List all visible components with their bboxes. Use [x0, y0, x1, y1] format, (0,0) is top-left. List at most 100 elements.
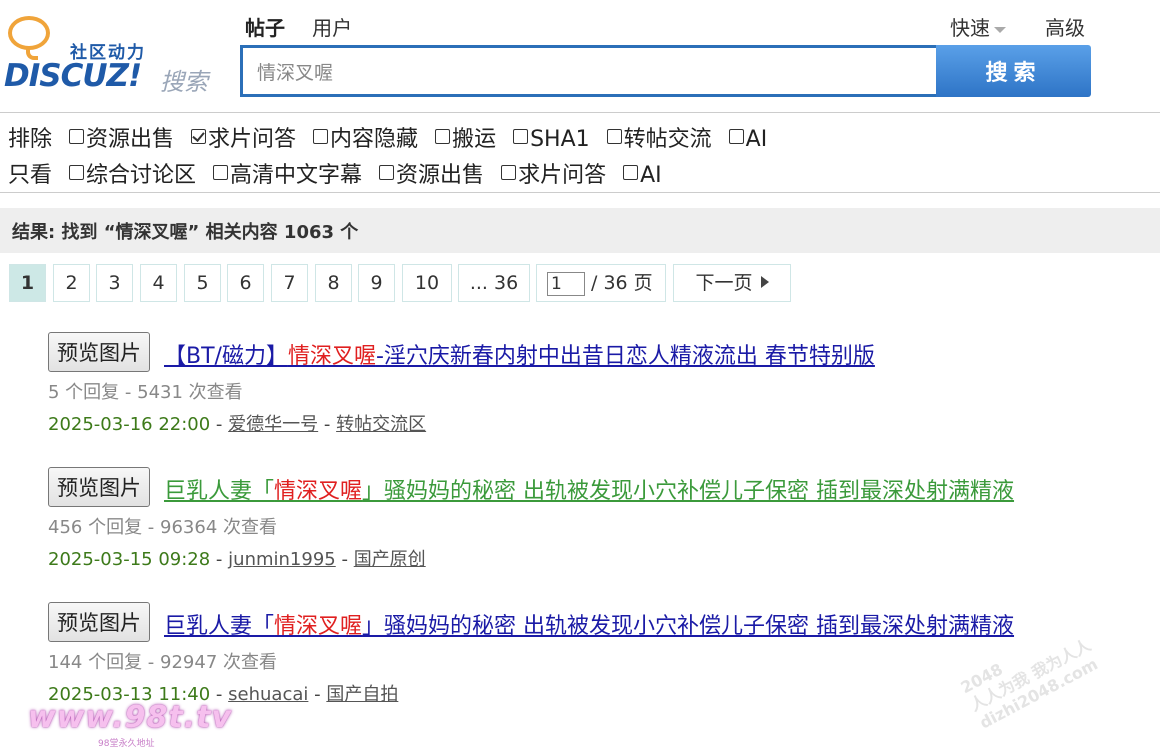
only-option[interactable]: 求片问答	[501, 157, 606, 189]
page-total: / 36 页	[591, 272, 653, 294]
checkbox[interactable]	[606, 129, 622, 144]
tab-users[interactable]: 用户	[312, 12, 352, 41]
option-label: 资源出售	[396, 163, 485, 188]
result-forum[interactable]: 转帖交流区	[336, 414, 426, 435]
logo-en: DISCUZ!	[4, 58, 142, 94]
title-part: 【BT/磁力】	[164, 344, 288, 369]
exclude-option[interactable]: 求片问答	[191, 121, 296, 153]
exclude-option[interactable]: 内容隐藏	[313, 121, 418, 153]
result-meta: 2025-03-16 22:00 - 爱德华一号 - 转帖交流区	[48, 414, 427, 435]
exclude-option[interactable]: 转帖交流	[606, 121, 712, 153]
triangle-right-icon	[760, 276, 769, 288]
checkbox[interactable]	[69, 165, 85, 180]
title-highlight: 情深叉喔	[274, 479, 363, 504]
checkbox[interactable]	[213, 165, 229, 180]
quick-label: 快速	[950, 16, 990, 40]
result-stats: 144 个回复 - 92947 次查看	[48, 652, 277, 673]
next-page-button[interactable]: 下一页	[673, 264, 791, 302]
page-10[interactable]: 10	[402, 264, 452, 302]
page-8[interactable]: 8	[315, 264, 352, 302]
page-3[interactable]: 3	[96, 264, 133, 302]
chevron-down-icon	[994, 26, 1006, 33]
next-page-label: 下一页	[695, 272, 753, 294]
title-highlight: 情深叉喔	[287, 344, 376, 369]
tab-posts[interactable]: 帖子	[245, 12, 285, 41]
watermark-98t-sub: 98堂永久地址	[98, 739, 155, 749]
result-author[interactable]: sehuacai	[228, 684, 308, 705]
result-summary-bar: 结果: 找到 “情深叉喔” 相关内容 1063 个	[0, 208, 1160, 253]
checkbox[interactable]	[69, 129, 85, 144]
option-label: 求片问答	[208, 127, 297, 152]
page-jump-input[interactable]: 1	[547, 271, 585, 296]
logo-search-text: 搜索	[160, 68, 208, 96]
exclude-option[interactable]: 资源出售	[69, 121, 174, 153]
page-1[interactable]: 1	[9, 264, 46, 302]
checkbox[interactable]	[623, 165, 639, 180]
page-5[interactable]: 5	[184, 264, 221, 302]
only-option[interactable]: 高清中文字幕	[213, 157, 362, 189]
result-stats: 456 个回复 - 96364 次查看	[48, 517, 277, 538]
discuz-logo[interactable]: 社区动力 DISCUZ! 搜索	[4, 12, 224, 97]
header: 社区动力 DISCUZ! 搜索 帖子 用户 快速 高级 搜索	[0, 0, 1160, 110]
only-option[interactable]: 综合讨论区	[69, 157, 196, 189]
title-part: 」骚妈妈的秘密 出轨被发现小穴补偿儿子保密 插到最深处射满精液	[362, 614, 1015, 639]
only-option[interactable]: AI	[623, 163, 662, 188]
preview-image-button[interactable]: 预览图片	[48, 602, 150, 642]
result-date: 2025-03-15 09:28	[48, 549, 211, 570]
option-label: SHA1	[530, 127, 590, 152]
page-2[interactable]: 2	[53, 264, 90, 302]
option-label: 搬运	[452, 127, 497, 152]
search-box	[240, 45, 938, 97]
title-highlight: 情深叉喔	[274, 614, 363, 639]
page-6[interactable]: 6	[227, 264, 264, 302]
preview-image-button[interactable]: 预览图片	[48, 332, 150, 372]
option-label: 内容隐藏	[330, 127, 419, 152]
result-forum[interactable]: 国产自拍	[326, 684, 398, 705]
result-item: 预览图片 【BT/磁力】情深叉喔-淫穴庆新春内射中出昔日恋人精液流出 春节特别版…	[48, 332, 1148, 442]
result-title-link[interactable]: 巨乳人妻「情深叉喔」骚妈妈的秘密 出轨被发现小穴补偿儿子保密 插到最深处射满精液	[164, 473, 1014, 505]
checkbox[interactable]	[313, 129, 329, 144]
option-label: 资源出售	[86, 127, 175, 152]
exclude-label: 排除	[8, 127, 53, 152]
checkbox[interactable]	[379, 165, 395, 180]
watermark-98t: www.98t.tv	[28, 700, 233, 735]
option-label: 高清中文字幕	[230, 163, 363, 188]
search-type-tabs: 帖子 用户	[245, 12, 374, 41]
exclude-option[interactable]: 搬运	[435, 121, 496, 153]
page-7[interactable]: 7	[271, 264, 308, 302]
preview-image-button[interactable]: 预览图片	[48, 467, 150, 507]
checkbox[interactable]	[435, 129, 451, 144]
checkbox[interactable]	[513, 129, 529, 144]
result-forum[interactable]: 国产原创	[354, 549, 426, 570]
result-author[interactable]: 爱德华一号	[228, 414, 318, 435]
checkbox[interactable]	[501, 165, 517, 180]
result-meta: 2025-03-15 09:28 - junmin1995 - 国产原创	[48, 549, 426, 570]
speech-bubble-icon	[8, 16, 50, 60]
search-input[interactable]	[243, 48, 938, 94]
option-label: 综合讨论区	[86, 163, 197, 188]
only-option[interactable]: 资源出售	[379, 157, 484, 189]
title-part: -淫穴庆新春内射中出昔日恋人精液流出 春节特别版	[375, 344, 875, 369]
checkbox-checked[interactable]	[191, 129, 207, 144]
title-part: 巨乳人妻「	[164, 614, 275, 639]
result-title-link[interactable]: 巨乳人妻「情深叉喔」骚妈妈的秘密 出轨被发现小穴补偿儿子保密 插到最深处射满精液	[164, 608, 1014, 640]
filter-panel: 排除 资源出售 求片问答 内容隐藏 搬运 SHA1 转帖交流 AI 只看 综合讨…	[0, 112, 1160, 193]
exclude-option[interactable]: AI	[728, 127, 767, 152]
advanced-link[interactable]: 高级	[1045, 12, 1085, 41]
checkbox[interactable]	[728, 129, 744, 144]
page-9[interactable]: 9	[358, 264, 395, 302]
result-summary: 结果: 找到 “情深叉喔” 相关内容 1063 个	[12, 222, 359, 243]
option-label: 转帖交流	[623, 127, 712, 152]
page-last[interactable]: ... 36	[458, 264, 530, 302]
result-title-link[interactable]: 【BT/磁力】情深叉喔-淫穴庆新春内射中出昔日恋人精液流出 春节特别版	[164, 338, 875, 370]
quick-dropdown[interactable]: 快速	[950, 12, 1006, 41]
result-author[interactable]: junmin1995	[228, 549, 336, 570]
exclude-option[interactable]: SHA1	[513, 127, 590, 152]
search-button[interactable]: 搜索	[936, 45, 1091, 97]
result-stats: 5 个回复 - 5431 次查看	[48, 382, 243, 403]
page-jump: 1 / 36 页	[536, 264, 666, 302]
option-label: 求片问答	[518, 163, 607, 188]
page-4[interactable]: 4	[140, 264, 177, 302]
result-date: 2025-03-16 22:00	[48, 414, 211, 435]
only-row: 只看 综合讨论区 高清中文字幕 资源出售 求片问答 AI	[8, 157, 672, 189]
